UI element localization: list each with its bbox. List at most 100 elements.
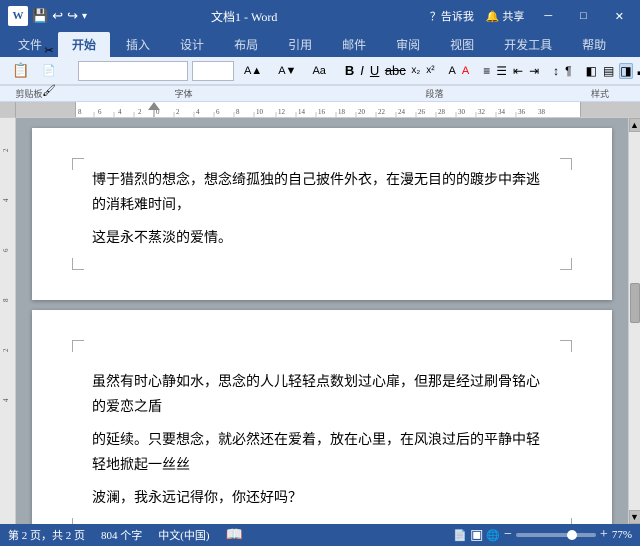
svg-text:8: 8 <box>78 108 82 116</box>
svg-text:20: 20 <box>358 108 366 116</box>
title-bar-left: W 💾 ↩ ↪ ▾ 文档1 - Word <box>8 6 277 26</box>
font-size-increase-btn[interactable]: A▲ <box>238 61 268 81</box>
search-help-btn[interactable]: ？告诉我 <box>430 8 474 24</box>
zoom-minus-btn[interactable]: − <box>504 528 512 542</box>
tab-layout[interactable]: 布局 <box>220 32 272 57</box>
svg-text:6: 6 <box>2 248 10 252</box>
bullet-list-btn[interactable]: ≡ <box>482 63 491 79</box>
svg-text:36: 36 <box>518 108 526 116</box>
tab-view[interactable]: 视图 <box>436 32 488 57</box>
tab-design[interactable]: 设计 <box>166 32 218 57</box>
zoom-level[interactable]: 77% <box>612 529 632 541</box>
quick-save[interactable]: 💾 <box>32 8 48 24</box>
view-read-btn[interactable]: 📄 <box>453 529 467 542</box>
font-size-input[interactable]: 五号 <box>192 61 234 81</box>
min-btn[interactable]: ─ <box>536 8 560 24</box>
restore-btn[interactable]: □ <box>572 8 595 24</box>
quick-undo[interactable]: ↩ <box>52 8 63 24</box>
sort-btn[interactable]: ↕ <box>552 63 560 79</box>
align-right-btn[interactable]: ◨ <box>619 63 632 79</box>
svg-text:6: 6 <box>216 108 220 116</box>
tab-review[interactable]: 审阅 <box>382 32 434 57</box>
cut-btn[interactable]: ✂ <box>36 41 62 61</box>
ruler-left-margin <box>16 102 76 117</box>
page1-line1: 博于猎烈的想念，想念绮孤独的自己披件外衣，在漫无目的的踱步中奔逃的消耗难时间， <box>92 168 552 218</box>
font-size-decrease-btn[interactable]: A▼ <box>272 61 302 81</box>
ruler-container: 8 6 4 2 0 2 4 6 8 10 12 <box>0 102 640 118</box>
word-count: 804 个字 <box>101 527 142 543</box>
svg-text:2: 2 <box>138 108 142 116</box>
svg-text:4: 4 <box>2 198 10 202</box>
status-bar-right: 📄 ▣ 🌐 − + 77% <box>453 527 632 544</box>
corner-tl-p1 <box>72 158 84 170</box>
show-marks-btn[interactable]: ¶ <box>564 63 572 79</box>
view-print-btn[interactable]: ▣ <box>470 527 483 544</box>
scroll-thumb[interactable] <box>630 283 640 323</box>
page1-line2: 这是永不蒸淡的爱情。 <box>92 226 552 251</box>
svg-text:32: 32 <box>478 108 486 116</box>
page-2: 虽然有时心静如水，思念的人儿轻轻点数划过心扉，但那是经过刷骨铭心的爱恋之盾 的延… <box>32 310 612 524</box>
clear-format-btn[interactable]: Aa <box>306 61 331 81</box>
copy-btn[interactable]: 📄 <box>36 61 62 81</box>
font-name-input[interactable]: 宋体 <box>78 61 188 81</box>
bold-btn[interactable]: B <box>344 60 355 82</box>
svg-text:4: 4 <box>118 108 122 116</box>
quick-dropdown[interactable]: ▾ <box>82 11 87 22</box>
zoom-plus-btn[interactable]: + <box>600 528 608 542</box>
corner-tr-p2 <box>560 340 572 352</box>
corner-tr-p1 <box>560 158 572 170</box>
word-logo: W <box>8 6 28 26</box>
group-label-styles: 样式 <box>560 87 640 100</box>
superscript-btn[interactable]: x² <box>425 60 435 82</box>
ruler-tab-indicator <box>148 102 160 110</box>
decrease-indent-btn[interactable]: ⇤ <box>512 63 524 79</box>
ribbon-row1: 📋 ✂ 📄 🖌 宋体 五号 A▲ A▼ Aa B I U abc x₂ x² A… <box>0 57 640 85</box>
svg-text:8: 8 <box>2 298 10 302</box>
numbered-list-btn[interactable]: ☰ <box>495 63 508 79</box>
tab-mail[interactable]: 邮件 <box>328 32 380 57</box>
zoom-slider[interactable] <box>516 533 596 537</box>
align-justify-btn[interactable]: ▬ <box>637 63 640 79</box>
quick-redo[interactable]: ↪ <box>67 8 78 24</box>
page2-content: 虽然有时心静如水，思念的人儿轻轻点数划过心扉，但那是经过刷骨铭心的爱恋之盾 的延… <box>92 350 552 512</box>
group-label-font: 字体 <box>58 87 309 100</box>
ribbon: 📋 ✂ 📄 🖌 宋体 五号 A▲ A▼ Aa B I U abc x₂ x² A… <box>0 57 640 102</box>
text-highlight-btn[interactable]: A <box>448 63 457 79</box>
underline-btn[interactable]: U <box>369 60 380 82</box>
tab-references[interactable]: 引用 <box>274 32 326 57</box>
scroll-down-btn[interactable]: ▼ <box>629 510 640 524</box>
vertical-scrollbar[interactable]: ▲ ▼ <box>628 118 640 524</box>
group-label-clipboard: 剪贴板 <box>0 87 58 100</box>
ruler-svg: 8 6 4 2 0 2 4 6 8 10 12 <box>76 102 580 118</box>
paste-btn[interactable]: 📋 <box>6 59 34 83</box>
align-center-btn[interactable]: ▤ <box>602 63 615 79</box>
view-web-btn[interactable]: 🌐 <box>486 529 500 542</box>
svg-text:4: 4 <box>2 398 10 402</box>
align-left-btn[interactable]: ◧ <box>585 63 598 79</box>
ruler-body: 8 6 4 2 0 2 4 6 8 10 12 <box>76 102 580 117</box>
tab-developer[interactable]: 开发工具 <box>490 32 566 57</box>
strikethrough-btn[interactable]: abc <box>384 60 406 82</box>
increase-indent-btn[interactable]: ⇥ <box>528 63 540 79</box>
tab-insert[interactable]: 插入 <box>112 32 164 57</box>
svg-text:2: 2 <box>2 348 10 352</box>
ruler-right-margin <box>580 102 640 117</box>
document-area[interactable]: 博于猎烈的想念，想念绮孤独的自己披件外衣，在漫无目的的踱步中奔逃的消耗难时间， … <box>16 118 628 524</box>
svg-text:6: 6 <box>98 108 102 116</box>
font-color-btn[interactable]: A <box>461 63 470 79</box>
svg-text:12: 12 <box>278 108 286 116</box>
subscript-btn[interactable]: x₂ <box>410 60 421 82</box>
tab-help[interactable]: 帮助 <box>568 32 620 57</box>
zoom-thumb <box>567 530 577 540</box>
tab-home[interactable]: 开始 <box>58 32 110 57</box>
svg-text:38: 38 <box>538 108 546 116</box>
close-btn[interactable]: ✕ <box>607 8 632 25</box>
italic-btn[interactable]: I <box>359 60 365 82</box>
language: 中文(中国) <box>158 527 209 543</box>
page1-content: 博于猎烈的想念，想念绮孤独的自己披件外衣，在漫无目的的踱步中奔逃的消耗难时间， … <box>92 168 552 252</box>
svg-text:26: 26 <box>418 108 426 116</box>
svg-text:28: 28 <box>438 108 446 116</box>
share-btn[interactable]: 🔔 共享 <box>486 8 524 24</box>
page2-line2: 的延续。只要想念，就必然还在爱着，放在心里，在风浪过后的平静中轻轻地掀起一丝丝 <box>92 428 552 478</box>
scroll-up-btn[interactable]: ▲ <box>629 118 640 132</box>
